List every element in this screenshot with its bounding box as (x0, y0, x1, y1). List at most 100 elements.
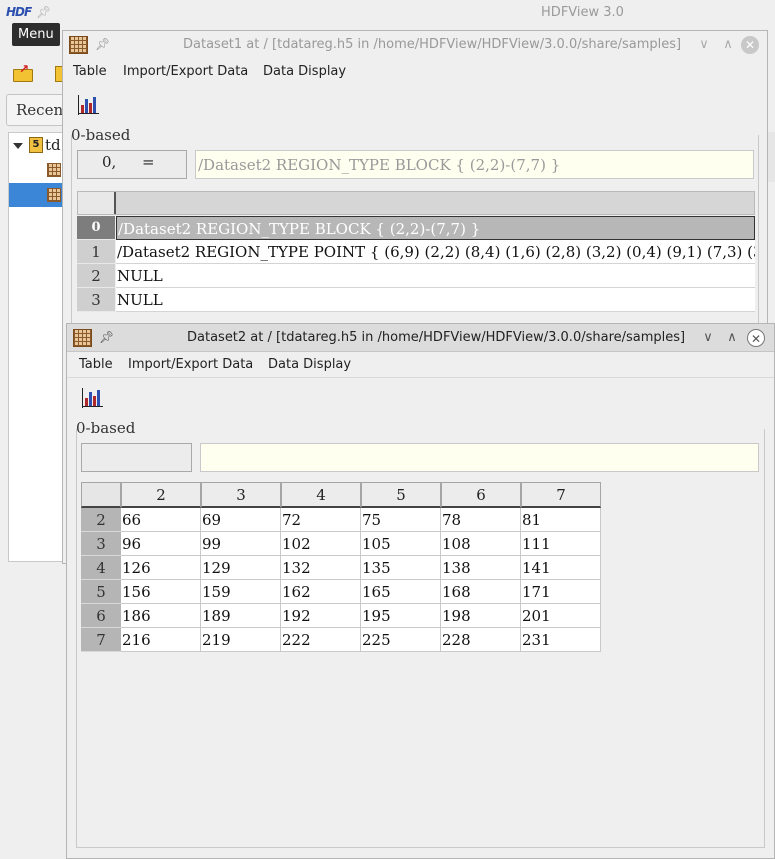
dataset-icon (73, 329, 92, 347)
table-cell[interactable]: 69 (201, 508, 281, 532)
table-cell[interactable]: 81 (521, 508, 601, 532)
table-cell[interactable]: 195 (361, 604, 441, 628)
dataset-icon (69, 36, 88, 54)
tree-expand-arrow-icon[interactable] (13, 143, 23, 149)
cell-index-field[interactable] (81, 443, 192, 472)
table-row[interactable]: 0 /Dataset2 REGION_TYPE BLOCK { (2,2)-(7… (77, 216, 755, 240)
column-header[interactable]: 2 (121, 482, 201, 508)
table-cell[interactable]: /Dataset2 REGION_TYPE BLOCK { (2,2)-(7,7… (116, 216, 755, 240)
table-cell[interactable]: /Dataset2 REGION_TYPE POINT { (6,9) (2,2… (116, 240, 755, 264)
dataset-icon (47, 163, 61, 177)
menu-table[interactable]: Table (79, 357, 113, 372)
table-cell[interactable]: 111 (521, 532, 601, 556)
tree-root-label[interactable]: td (45, 136, 61, 154)
row-header[interactable]: 1 (77, 240, 115, 264)
main-titlebar: HDF 📌︎ HDFView 3.0 (0, 0, 775, 26)
table-row[interactable]: 3 NULL (77, 288, 755, 312)
dataset2-titlebar[interactable]: 📌︎ Dataset2 at / [tdatareg.h5 in /home/H… (67, 324, 774, 352)
table-cell[interactable]: 168 (441, 580, 521, 604)
pin-icon[interactable]: 📌︎ (99, 330, 114, 344)
table-cell[interactable]: 96 (121, 532, 201, 556)
table-cell[interactable]: 159 (201, 580, 281, 604)
cell-index-field[interactable]: 0, = (77, 150, 187, 179)
row-header[interactable]: 5 (81, 580, 121, 604)
row-header[interactable]: 3 (77, 288, 115, 312)
table-cell[interactable]: 141 (521, 556, 601, 580)
dataset1-menubar: Table Import/Export Data Data Display (63, 61, 767, 85)
table-row[interactable]: 1 /Dataset2 REGION_TYPE POINT { (6,9) (2… (77, 240, 755, 264)
table-cell[interactable]: 66 (121, 508, 201, 532)
table-cell[interactable]: 216 (121, 628, 201, 652)
row-header[interactable]: 0 (77, 216, 115, 240)
dataset2-menubar: Table Import/Export Data Data Display (67, 354, 774, 378)
row-header[interactable]: 6 (81, 604, 121, 628)
open-file-icon[interactable]: ↗ (13, 62, 35, 82)
table-cell[interactable]: 192 (281, 604, 361, 628)
minimize-icon[interactable]: ∨ (699, 329, 717, 347)
table-cell[interactable]: 189 (201, 604, 281, 628)
maximize-icon[interactable]: ∧ (719, 36, 737, 54)
menu-import-export[interactable]: Import/Export Data (123, 64, 248, 79)
tree-item-dataset2[interactable] (9, 183, 69, 207)
table-cell[interactable]: 126 (121, 556, 201, 580)
table-cell[interactable]: 162 (281, 580, 361, 604)
chart-icon[interactable] (77, 95, 99, 115)
table-cell[interactable]: 171 (521, 580, 601, 604)
column-header[interactable]: 4 (281, 482, 361, 508)
table-cell[interactable]: 198 (441, 604, 521, 628)
chart-icon[interactable] (81, 388, 103, 408)
table-cell[interactable]: 201 (521, 604, 601, 628)
menubar-divider (67, 377, 774, 378)
dataset2-title: Dataset2 at / [tdatareg.h5 in /home/HDFV… (187, 330, 686, 345)
table-cell[interactable]: NULL (116, 288, 755, 312)
table-cell[interactable]: 222 (281, 628, 361, 652)
table-cell[interactable]: 138 (441, 556, 521, 580)
close-icon[interactable]: ✕ (747, 329, 765, 347)
table-row[interactable]: 2 NULL (77, 264, 755, 288)
close-icon[interactable]: ✕ (741, 36, 759, 54)
menu-import-export[interactable]: Import/Export Data (128, 357, 253, 372)
table-cell[interactable]: 129 (201, 556, 281, 580)
table-cell[interactable]: 99 (201, 532, 281, 556)
table-cell[interactable]: 75 (361, 508, 441, 532)
minimize-icon[interactable]: ∨ (695, 36, 713, 54)
dataset1-titlebar[interactable]: 📌︎ Dataset1 at / [tdatareg.h5 in /home/H… (63, 31, 767, 59)
cell-value-field[interactable] (200, 443, 759, 472)
recent-files-button[interactable]: Recen (6, 94, 70, 126)
table-cell[interactable]: 219 (201, 628, 281, 652)
table-cell[interactable]: 135 (361, 556, 441, 580)
cell-equals-text: = (142, 153, 155, 171)
row-header[interactable]: 3 (81, 532, 121, 556)
pin-icon[interactable]: 📌︎ (95, 37, 110, 51)
table-cell[interactable]: 105 (361, 532, 441, 556)
tree-item-dataset1[interactable] (9, 159, 69, 181)
table-cell[interactable]: 228 (441, 628, 521, 652)
table-cell[interactable]: 108 (441, 532, 521, 556)
column-header[interactable]: 3 (201, 482, 281, 508)
menu-data-display[interactable]: Data Display (263, 64, 346, 79)
column-header[interactable]: 5 (361, 482, 441, 508)
table-cell[interactable]: 78 (441, 508, 521, 532)
maximize-icon[interactable]: ∧ (723, 329, 741, 347)
menu-table[interactable]: Table (73, 64, 107, 79)
table-cell[interactable]: 132 (281, 556, 361, 580)
row-header[interactable]: 2 (81, 508, 121, 532)
table-cell[interactable]: 72 (281, 508, 361, 532)
column-header[interactable]: 6 (441, 482, 521, 508)
cell-value-field[interactable]: /Dataset2 REGION_TYPE BLOCK { (2,2)-(7,7… (195, 150, 754, 179)
row-header[interactable]: 2 (77, 264, 115, 288)
table-cell[interactable]: 186 (121, 604, 201, 628)
menu-data-display[interactable]: Data Display (268, 357, 351, 372)
table-cell[interactable]: 102 (281, 532, 361, 556)
table-cell[interactable]: NULL (116, 264, 755, 288)
row-header[interactable]: 4 (81, 556, 121, 580)
file-tree-panel: 5 td (8, 132, 70, 562)
table-cell[interactable]: 231 (521, 628, 601, 652)
table-cell[interactable]: 156 (121, 580, 201, 604)
table-cell[interactable]: 225 (361, 628, 441, 652)
row-header[interactable]: 7 (81, 628, 121, 652)
table-cell[interactable]: 165 (361, 580, 441, 604)
menu-tooltip: Menu (12, 23, 60, 46)
dataset-icon (47, 188, 61, 202)
column-header[interactable]: 7 (521, 482, 601, 508)
